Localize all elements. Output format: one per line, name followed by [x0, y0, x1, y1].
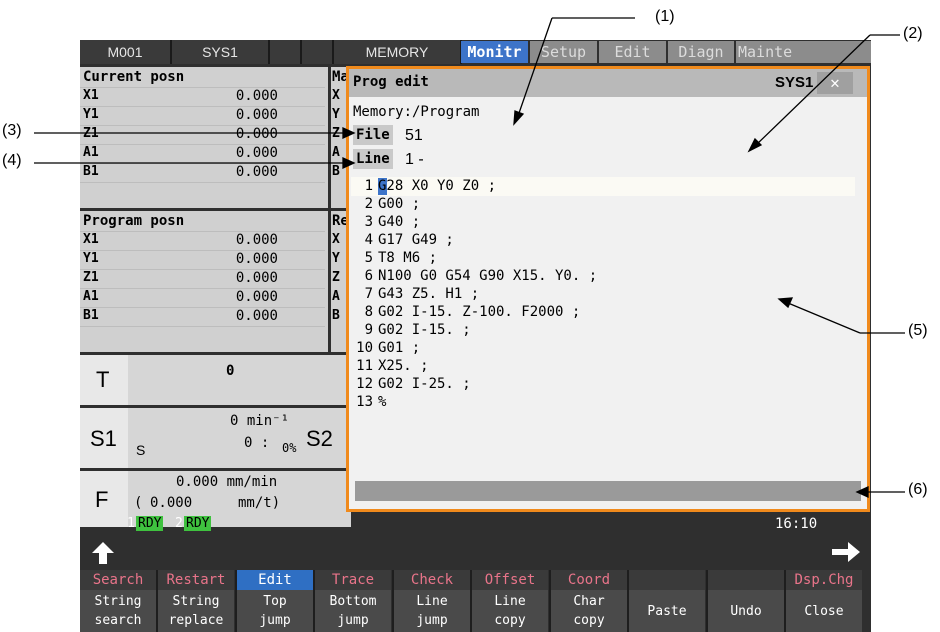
callout-3: (3)	[2, 122, 22, 139]
callout-4: (4)	[2, 152, 22, 169]
callout-5: (5)	[908, 322, 928, 339]
callout-2: (2)	[903, 25, 923, 42]
callout-6: (6)	[908, 481, 928, 498]
callout-1: (1)	[655, 8, 675, 25]
callout-lines	[34, 17, 905, 499]
